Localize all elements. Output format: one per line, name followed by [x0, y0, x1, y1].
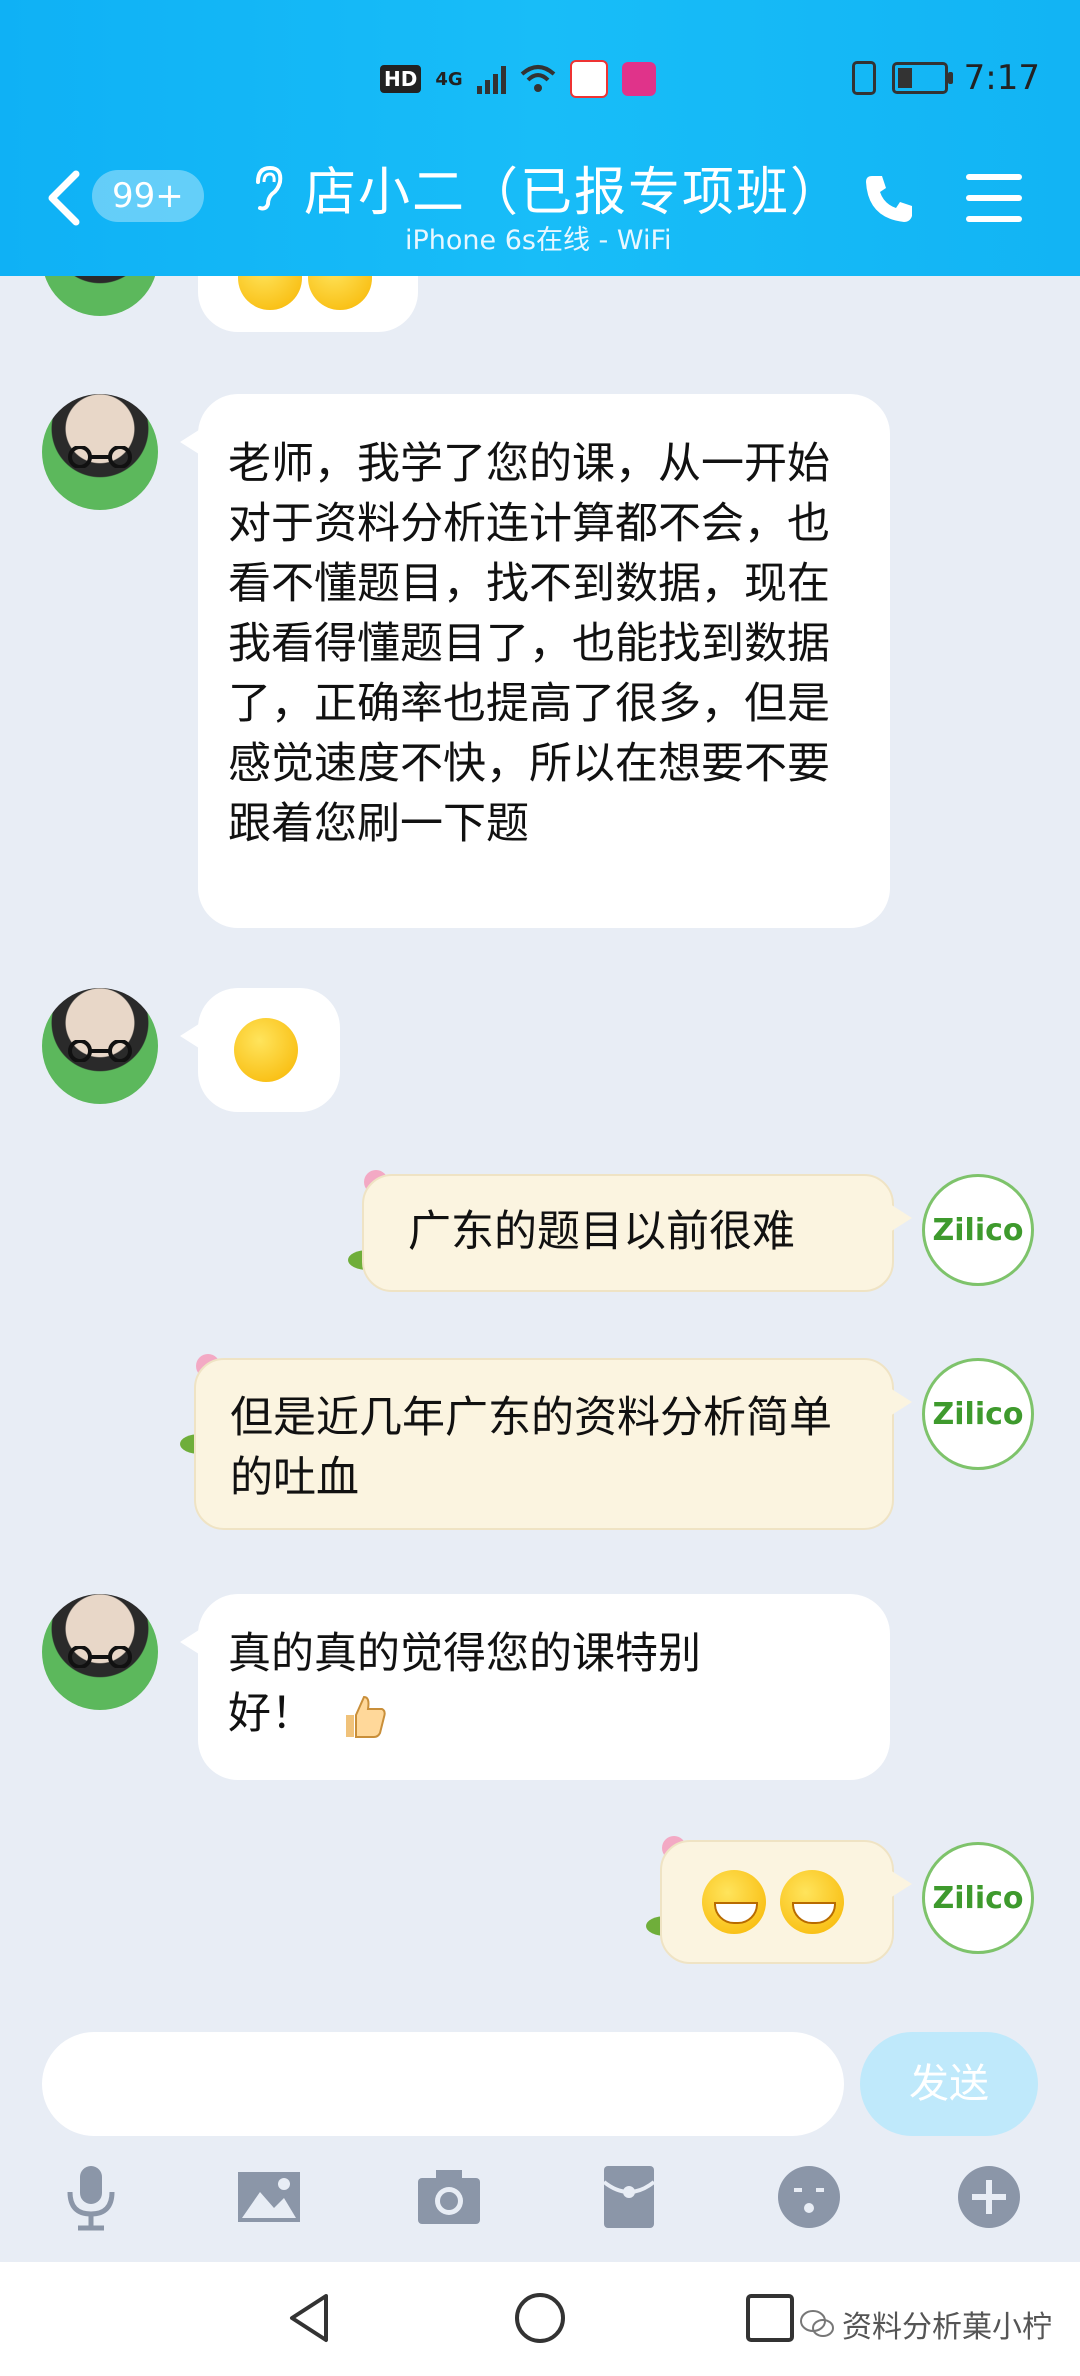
message-input[interactable] [42, 2032, 844, 2136]
watermark-text: 资料分析菓小柠 [842, 2310, 1052, 2345]
status-icons-right: 7:17 [851, 58, 1040, 98]
nav-home-icon[interactable] [512, 2290, 568, 2346]
wechat-icon [800, 2310, 834, 2337]
image-icon[interactable] [234, 2162, 304, 2232]
nav-back-icon[interactable] [282, 2290, 338, 2346]
contact-avatar[interactable] [42, 988, 158, 1104]
emoji-icon [308, 276, 372, 310]
grin-emoji-icon [702, 1870, 766, 1934]
message-text: 广东的题目以前很难 [408, 1207, 795, 1257]
grin-emoji-icon [780, 1870, 844, 1934]
red-packet-icon[interactable] [594, 2162, 664, 2232]
clock: 7:17 [963, 58, 1040, 98]
contact-name: 店小二（已报专项班） [304, 163, 845, 223]
contact-status: iPhone 6s在线 - WiFi [405, 225, 672, 256]
camera-icon[interactable] [414, 2162, 484, 2232]
message-bubble[interactable]: 老师，我学了您的课，从一开始对于资料分析连计算都不会，也看不懂题目，找不到数据，… [180, 394, 890, 928]
send-button[interactable]: 发送 [860, 2032, 1038, 2136]
unread-count-badge[interactable]: 99+ [92, 170, 204, 222]
input-toolbar [0, 2162, 1080, 2252]
message-bubble-partial[interactable] [180, 276, 418, 332]
hd-badge: HD [380, 65, 422, 93]
input-area: 发送 [0, 2012, 1080, 2262]
emoji-icon [238, 276, 302, 310]
signal-icon [476, 64, 506, 94]
message-bubble-emoji[interactable] [180, 988, 340, 1112]
my-message-bubble[interactable]: 广东的题目以前很难 [362, 1174, 912, 1292]
message-text: 老师，我学了您的课，从一开始对于资料分析连计算都不会，也看不懂题目，找不到数据，… [228, 439, 830, 849]
message-bubble[interactable]: 真的真的觉得您的课特别好！ [180, 1594, 890, 1780]
title-row: 店小二（已报专项班） [250, 150, 844, 225]
contact-avatar[interactable] [42, 394, 158, 510]
vibrate-icon [851, 61, 876, 95]
ear-mode-icon[interactable] [250, 164, 286, 212]
message-list[interactable]: 老师，我学了您的课，从一开始对于资料分析连计算都不会，也看不懂题目，找不到数据，… [0, 276, 1080, 2012]
system-nav-bar: 资料分析菓小柠 [0, 2262, 1080, 2376]
phone-call-icon[interactable] [860, 170, 918, 228]
thumbs-up-icon [345, 1695, 386, 1738]
weibo-app-icon [569, 60, 608, 98]
back-arrow-icon[interactable] [40, 168, 90, 228]
emoji-face-icon[interactable] [774, 2162, 844, 2232]
battery-icon [891, 62, 953, 94]
my-message-bubble[interactable]: 但是近几年广东的资料分析简单的吐血 [194, 1358, 912, 1530]
chat-header: HD 4G 7:17 99+ 店小二（已报专项班） iPhone 6s在线 - … [0, 0, 1080, 276]
watermark: 资料分析菓小柠 [800, 2302, 1052, 2346]
my-avatar[interactable]: Zilico [922, 1842, 1034, 1954]
microphone-icon[interactable] [56, 2162, 126, 2232]
menu-icon[interactable] [966, 174, 1022, 226]
contact-avatar[interactable] [42, 1594, 158, 1710]
status-bar: HD 4G 7:17 [0, 0, 1080, 140]
crying-laughing-emoji-icon [234, 1018, 298, 1082]
nav-recents-icon[interactable] [742, 2290, 798, 2346]
plus-icon[interactable] [954, 2162, 1024, 2232]
status-icons-left: HD 4G [380, 60, 656, 98]
message-text: 真的真的觉得您的课特别好！ [228, 1629, 701, 1739]
my-avatar[interactable]: Zilico [922, 1358, 1034, 1470]
app-notification-icon [621, 62, 656, 96]
my-avatar[interactable]: Zilico [922, 1174, 1034, 1286]
message-text: 但是近几年广东的资料分析简单的吐血 [230, 1393, 832, 1503]
network-label: 4G [435, 68, 463, 90]
wifi-icon [520, 65, 555, 92]
contact-avatar[interactable] [42, 276, 158, 316]
my-message-bubble-emoji[interactable] [660, 1840, 912, 1964]
